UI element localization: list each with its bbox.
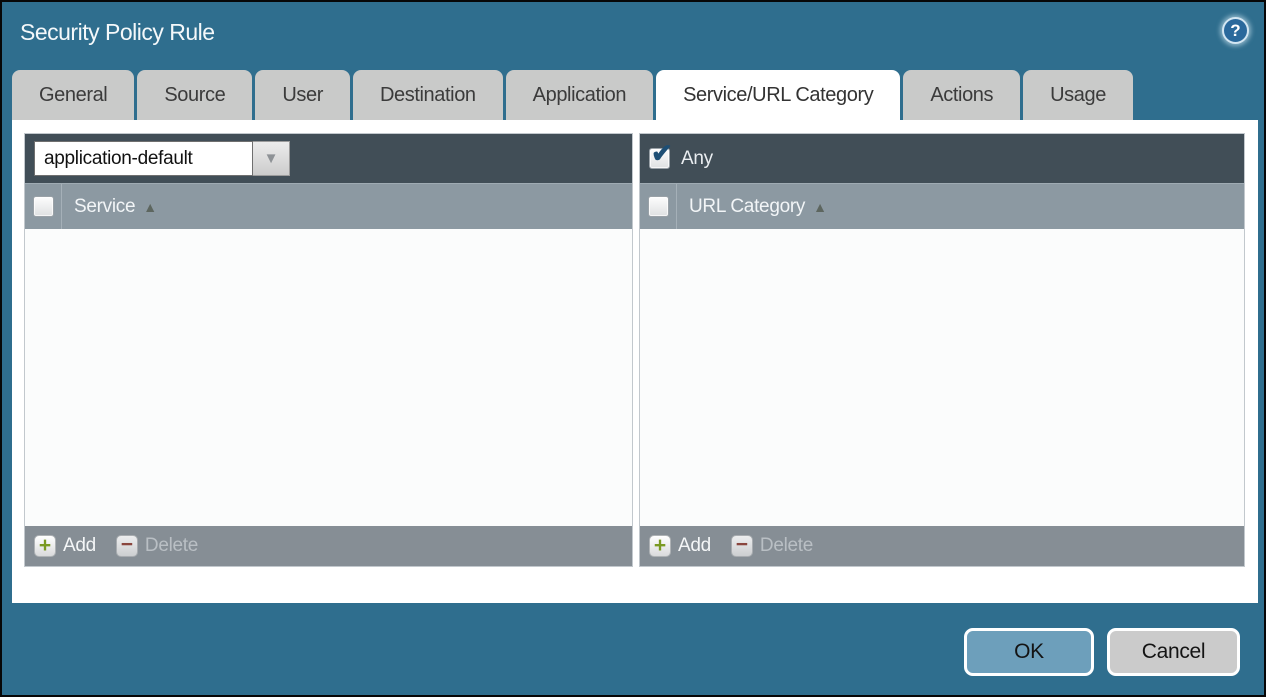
service-select-all-checkbox[interactable] — [33, 196, 54, 217]
security-policy-rule-dialog: Security Policy Rule ? General Source Us… — [0, 0, 1266, 697]
service-add-button[interactable]: + Add — [34, 535, 96, 557]
service-footer-bar: + Add − Delete — [25, 526, 632, 566]
tab-bar: General Source User Destination Applicat… — [12, 70, 1254, 120]
plus-icon: + — [654, 535, 666, 556]
url-category-delete-label: Delete — [760, 535, 813, 557]
cancel-button[interactable]: Cancel — [1107, 628, 1240, 676]
sort-ascending-icon: ▲ — [143, 199, 157, 215]
sort-ascending-icon: ▲ — [813, 199, 827, 215]
tab-user[interactable]: User — [255, 70, 350, 120]
url-category-toolbar: ✔ Any — [640, 134, 1244, 183]
tab-actions[interactable]: Actions — [903, 70, 1020, 120]
service-toolbar: application-default ▼ — [25, 134, 632, 183]
help-icon[interactable]: ? — [1222, 17, 1249, 44]
service-type-dropdown[interactable]: application-default ▼ — [34, 141, 290, 176]
service-column-label-cell[interactable]: Service ▲ — [62, 184, 157, 229]
tab-content-service-url-category: application-default ▼ Service ▲ + Add — [12, 120, 1258, 603]
url-category-column-label: URL Category — [689, 196, 805, 218]
check-icon: ✔ — [651, 140, 673, 166]
any-checkbox-label[interactable]: Any — [681, 148, 713, 170]
url-category-delete-button[interactable]: − Delete — [731, 535, 813, 557]
tab-application[interactable]: Application — [506, 70, 653, 120]
minus-icon: − — [121, 534, 133, 555]
url-category-select-all-cell — [640, 184, 677, 229]
url-category-list-empty[interactable] — [640, 229, 1244, 526]
page-title: Security Policy Rule — [20, 19, 215, 46]
service-type-dropdown-value[interactable]: application-default — [34, 141, 253, 176]
ok-button[interactable]: OK — [964, 628, 1094, 676]
tab-usage[interactable]: Usage — [1023, 70, 1133, 120]
service-delete-button[interactable]: − Delete — [116, 535, 198, 557]
url-category-select-all-checkbox[interactable] — [648, 196, 669, 217]
tab-destination[interactable]: Destination — [353, 70, 503, 120]
url-category-column-label-cell[interactable]: URL Category ▲ — [677, 184, 827, 229]
url-category-add-label: Add — [678, 535, 711, 557]
chevron-down-icon[interactable]: ▼ — [253, 141, 290, 176]
plus-icon: + — [39, 535, 51, 556]
minus-icon: − — [736, 534, 748, 555]
url-category-panel: ✔ Any URL Category ▲ + Add — [639, 133, 1245, 567]
tab-general[interactable]: General — [12, 70, 134, 120]
service-panel: application-default ▼ Service ▲ + Add — [24, 133, 633, 567]
tab-source[interactable]: Source — [137, 70, 252, 120]
service-list-empty[interactable] — [25, 229, 632, 526]
service-column-header: Service ▲ — [25, 183, 632, 229]
tab-service-url-category[interactable]: Service/URL Category — [656, 70, 900, 120]
service-delete-label: Delete — [145, 535, 198, 557]
any-checkbox[interactable]: ✔ — [649, 148, 670, 169]
url-category-footer-bar: + Add − Delete — [640, 526, 1244, 566]
url-category-add-button[interactable]: + Add — [649, 535, 711, 557]
url-category-column-header: URL Category ▲ — [640, 183, 1244, 229]
service-column-label: Service — [74, 196, 135, 218]
service-select-all-cell — [25, 184, 62, 229]
service-add-label: Add — [63, 535, 96, 557]
